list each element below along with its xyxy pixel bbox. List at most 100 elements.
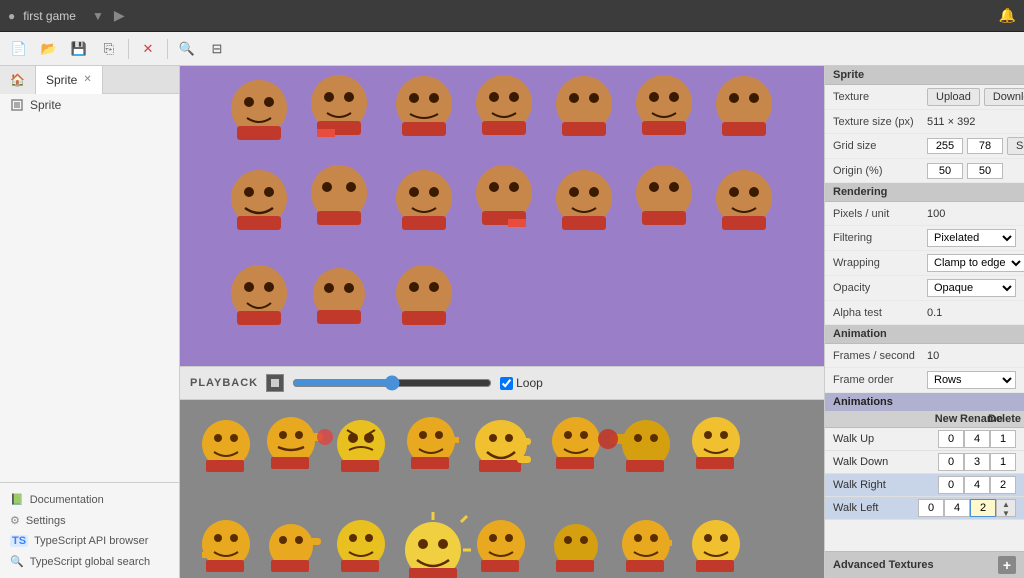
walk-left-v3[interactable] — [970, 499, 996, 517]
pixels-per-unit-label: Pixels / unit — [833, 208, 923, 220]
animations-title: Animations — [833, 396, 893, 408]
walk-up-v2[interactable] — [964, 430, 990, 448]
playback-label: PLAYBACK — [190, 377, 258, 389]
walk-left-v2[interactable] — [944, 499, 970, 517]
grid-size-w-input[interactable] — [927, 138, 963, 154]
frames-svg — [188, 408, 778, 578]
ts-global-icon: 🔍 — [10, 555, 24, 568]
walk-down-v3[interactable] — [990, 453, 1016, 471]
sprite-frames-area[interactable] — [180, 400, 824, 578]
app-title: first game — [23, 9, 76, 23]
origin-row: Origin (%) — [825, 159, 1024, 183]
grid-size-h-input[interactable] — [967, 138, 1003, 154]
upload-button[interactable]: Upload — [927, 88, 980, 106]
advanced-textures-add-button[interactable]: + — [998, 556, 1016, 574]
loop-label: Loop — [516, 376, 543, 390]
walk-down-v2[interactable] — [964, 453, 990, 471]
walk-up-v1[interactable] — [938, 430, 964, 448]
title-bar: ● first game ▼ ▶ 🔔 — [0, 0, 1024, 32]
playback-scrubber[interactable] — [292, 375, 492, 391]
texture-row: Texture Upload Download — [825, 85, 1024, 110]
anim-header-name — [833, 413, 932, 425]
walk-left-v1[interactable] — [918, 499, 944, 517]
pixels-per-unit-value: 100 — [927, 208, 945, 220]
setup-button[interactable]: Setup — [1007, 137, 1024, 155]
toolbar-separator — [128, 39, 129, 59]
walk-left-label: Walk Left — [833, 502, 918, 514]
ts-api-icon: TS — [10, 535, 28, 547]
content-area: PLAYBACK Loop — [180, 66, 824, 578]
save-button[interactable]: 💾 — [66, 36, 92, 62]
grid-size-row: Grid size Setup — [825, 134, 1024, 159]
walk-left-spinner-up[interactable]: ▲ — [997, 500, 1015, 509]
main-layout: 🏠 Sprite ✕ Sprite 📗 Documentation — [0, 66, 1024, 578]
anim-header-delete: Delete — [988, 413, 1016, 425]
walk-left-spinner[interactable]: ▲ ▼ — [996, 499, 1016, 517]
filtering-row: Filtering Pixelated Bilinear Trilinear — [825, 226, 1024, 251]
sidebar-ts-api[interactable]: TS TypeScript API browser — [0, 531, 179, 551]
anim-row-walk-right: Walk Right — [825, 474, 1024, 497]
anim-header-rename: Rename — [960, 413, 988, 425]
origin-label: Origin (%) — [833, 165, 923, 177]
loop-checkbox[interactable] — [500, 377, 513, 390]
ts-global-label: TypeScript global search — [30, 556, 150, 568]
download-button[interactable]: Download — [984, 88, 1024, 106]
sprite-tab[interactable]: Sprite ✕ — [36, 66, 103, 94]
opacity-label: Opacity — [833, 282, 923, 294]
alpha-test-value: 0.1 — [927, 307, 942, 319]
wrapping-row: Wrapping Clamp to edge Repeat Mirror — [825, 251, 1024, 276]
anim-row-walk-up: Walk Up — [825, 428, 1024, 451]
anim-table-header: New Rename Delete — [825, 411, 1024, 428]
origin-x-input[interactable] — [927, 163, 963, 179]
tabs-bar: 🏠 Sprite ✕ — [0, 66, 179, 94]
sprite-canvas[interactable] — [180, 66, 824, 366]
walk-right-v3[interactable] — [990, 476, 1016, 494]
walk-right-v2[interactable] — [964, 476, 990, 494]
texture-size-label: Texture size (px) — [833, 116, 923, 128]
duplicate-button[interactable]: ⎘ — [96, 36, 122, 62]
texture-size-value: 511 × 392 — [927, 116, 975, 128]
sprite-tab-label: Sprite — [46, 73, 77, 87]
wrapping-select[interactable]: Clamp to edge Repeat Mirror — [927, 254, 1024, 272]
walk-right-v1[interactable] — [938, 476, 964, 494]
sidebar-item-sprite[interactable]: Sprite — [0, 94, 179, 116]
new-file-button[interactable]: 📄 — [6, 36, 32, 62]
frame-order-select[interactable]: Rows Columns — [927, 371, 1016, 389]
grid-size-label: Grid size — [833, 140, 923, 152]
walk-up-label: Walk Up — [833, 433, 938, 445]
alpha-test-row: Alpha test 0.1 — [825, 301, 1024, 325]
sidebar-item-sprite-label: Sprite — [30, 98, 61, 112]
filter-button[interactable]: ⊟ — [204, 36, 230, 62]
playback-bar: PLAYBACK Loop — [180, 366, 824, 400]
walk-up-v3[interactable] — [990, 430, 1016, 448]
sidebar-documentation[interactable]: 📗 Documentation — [0, 489, 179, 510]
settings-icon: ⚙ — [10, 514, 20, 527]
settings-label: Settings — [26, 515, 66, 527]
animations-header: Animations — [825, 393, 1024, 411]
documentation-label: Documentation — [30, 494, 104, 506]
rendering-section-header: Rendering — [825, 183, 1024, 202]
wrapping-label: Wrapping — [833, 257, 923, 269]
sidebar-ts-global[interactable]: 🔍 TypeScript global search — [0, 551, 179, 572]
advanced-textures-label: Advanced Textures — [833, 559, 934, 571]
loop-checkbox-label[interactable]: Loop — [500, 376, 543, 390]
sprite-tab-close[interactable]: ✕ — [83, 74, 91, 85]
sidebar-settings[interactable]: ⚙ Settings — [0, 510, 179, 531]
filtering-select[interactable]: Pixelated Bilinear Trilinear — [927, 229, 1016, 247]
origin-y-input[interactable] — [967, 163, 1003, 179]
home-tab[interactable]: 🏠 — [0, 66, 36, 94]
search-button[interactable]: 🔍 — [174, 36, 200, 62]
advanced-textures-bar[interactable]: Advanced Textures + — [825, 551, 1024, 578]
ts-api-label: TypeScript API browser — [34, 535, 148, 547]
texture-label: Texture — [833, 91, 923, 103]
toolbar-separator-2 — [167, 39, 168, 59]
open-button[interactable]: 📂 — [36, 36, 62, 62]
opacity-select[interactable]: Opaque Transparent Custom — [927, 279, 1016, 297]
playback-stop-button[interactable] — [266, 374, 284, 392]
delete-button[interactable]: ✕ — [135, 36, 161, 62]
sidebar: 🏠 Sprite ✕ Sprite 📗 Documentation — [0, 66, 180, 578]
walk-left-spinner-down[interactable]: ▼ — [997, 509, 1015, 517]
walk-down-v1[interactable] — [938, 453, 964, 471]
sprite-icon — [10, 98, 24, 112]
walk-right-label: Walk Right — [833, 479, 938, 491]
